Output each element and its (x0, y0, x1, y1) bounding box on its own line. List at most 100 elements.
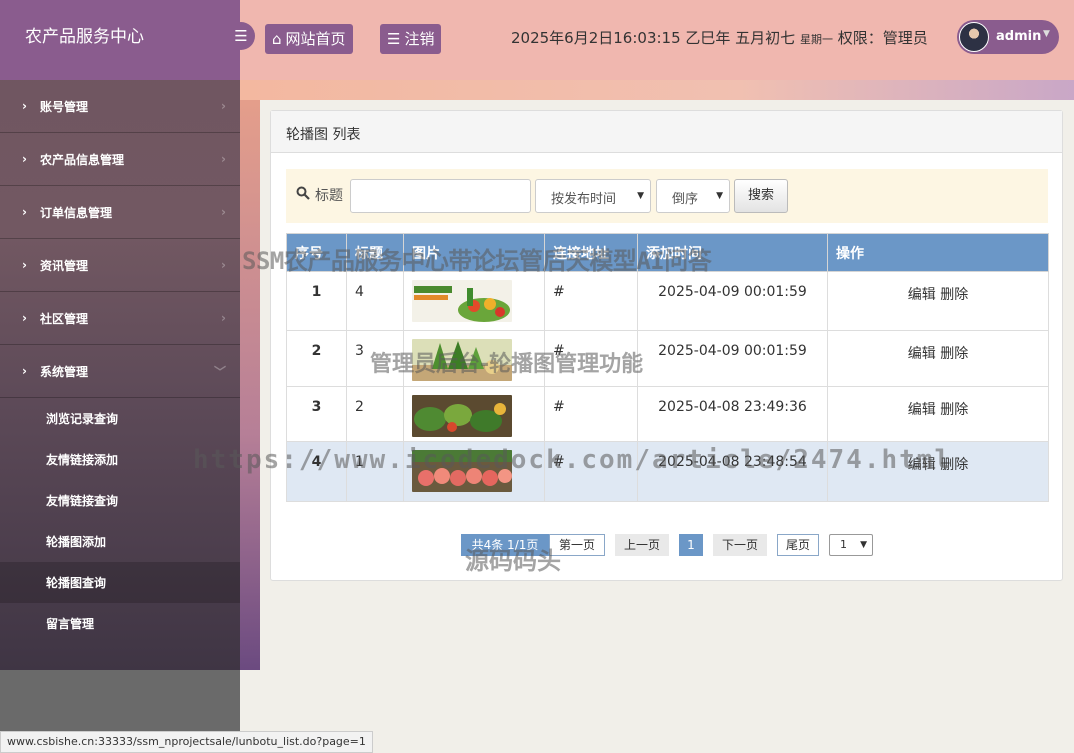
delete-link[interactable]: 删除 (940, 346, 968, 362)
delete-link[interactable]: 删除 (940, 457, 968, 473)
sort-order-select[interactable]: 倒序 ▼ (656, 179, 730, 213)
sidebar-item-account[interactable]: › 账号管理 › (0, 80, 240, 133)
search-icon (296, 186, 310, 200)
weekday: 星期一 (799, 33, 833, 46)
row-number: 1 (286, 271, 347, 331)
sort-field-value: 按发布时间 (551, 192, 617, 207)
sidebar-subitem-browse-history[interactable]: 浏览记录查询 (0, 398, 240, 439)
chevron-right-icon: › (22, 311, 27, 325)
row-link: # (544, 441, 638, 502)
chevron-down-icon: ﹀ (213, 364, 226, 379)
delete-link[interactable]: 删除 (940, 402, 968, 418)
edit-link[interactable]: 编辑 (908, 346, 936, 362)
search-bar: 标题 按发布时间 ▼ 倒序 ▼ 搜索 (286, 169, 1048, 223)
chevron-right-icon: › (22, 364, 27, 378)
row-actions: 编辑 删除 (827, 271, 1049, 331)
row-title: 4 (346, 271, 404, 331)
row-title: 1 (346, 441, 404, 502)
sort-order-value: 倒序 (672, 192, 699, 207)
datetime: 2025年6月2日16:03:15 乙巳年 五月初七 (511, 29, 796, 47)
username: admin (996, 29, 1042, 44)
home-button-label: 网站首页 (285, 30, 346, 48)
sidebar-item-label: 社区管理 (40, 311, 89, 326)
table-header-row: 序号 标题 图片 连接地址 添加时间 操作 (286, 233, 1049, 272)
carousel-image[interactable] (412, 339, 512, 381)
delete-link[interactable]: 删除 (940, 287, 968, 303)
search-label: 标题 (315, 188, 343, 204)
current-page[interactable]: 1 (679, 534, 703, 556)
logout-button-label: 注销 (404, 30, 435, 48)
role-label: 权限：管理员 (837, 29, 928, 47)
home-button[interactable]: ⌂ 网站首页 (265, 24, 353, 54)
edit-link[interactable]: 编辑 (908, 287, 936, 303)
last-page-button[interactable]: 尾页 (777, 534, 819, 556)
pagination-info: 共4条 1/1页 (461, 534, 549, 556)
user-menu[interactable]: admin ▼ (957, 20, 1059, 54)
row-time: 2025-04-09 00:01:59 (637, 330, 828, 387)
chevron-right-icon: › (22, 258, 27, 272)
column-header: 标题 (346, 233, 404, 272)
sidebar-subitem-query-carousel[interactable]: 轮播图查询 (0, 562, 240, 603)
row-image-cell (403, 271, 545, 331)
sidebar-item-label: 农产品信息管理 (40, 152, 125, 167)
sidebar-item-news[interactable]: › 资讯管理 › (0, 239, 240, 292)
page-select-value: 1 (840, 538, 847, 551)
avatar (959, 22, 989, 52)
carousel-image[interactable] (412, 280, 512, 322)
first-page-button[interactable]: 第一页 (549, 534, 605, 556)
row-time: 2025-04-08 23:49:36 (637, 386, 828, 442)
row-link: # (544, 386, 638, 442)
page-select[interactable]: 1 ▼ (829, 534, 873, 556)
title-search-input[interactable] (350, 179, 531, 213)
caret-down-icon: ▼ (1043, 29, 1050, 39)
sidebar-subitem-messages[interactable]: 留言管理 (0, 603, 240, 644)
carousel-image[interactable] (412, 395, 512, 437)
chevron-down-icon: ▼ (716, 191, 723, 201)
search-button[interactable]: 搜索 (734, 179, 788, 213)
row-actions: 编辑 删除 (827, 330, 1049, 387)
carousel-image[interactable] (412, 450, 512, 492)
row-image-cell (403, 441, 545, 502)
sidebar-item-community[interactable]: › 社区管理 › (0, 292, 240, 345)
edit-link[interactable]: 编辑 (908, 457, 936, 473)
home-icon: ⌂ (272, 30, 282, 48)
sidebar-item-system[interactable]: › 系统管理 ﹀ (0, 345, 240, 398)
prev-page-button[interactable]: 上一页 (615, 534, 669, 556)
table-row: 2 3 # 2025-04-09 00:01:59 编辑 删除 (286, 330, 1049, 387)
sidebar-subitem-add-link[interactable]: 友情链接添加 (0, 439, 240, 480)
sidebar-item-label: 系统管理 (40, 364, 89, 379)
carousel-table: 序号 标题 图片 连接地址 添加时间 操作 1 4 # 2025-04-09 0… (286, 233, 1049, 502)
chevron-right-icon: › (221, 205, 226, 219)
list-panel: 轮播图 列表 标题 按发布时间 ▼ 倒序 ▼ 搜索 序号 标题 图片 连接地址 … (270, 110, 1063, 581)
table-row: 1 4 # 2025-04-09 00:01:59 编辑 删除 (286, 271, 1049, 331)
logout-button[interactable]: ☰ 注销 (380, 24, 442, 54)
table-row: 3 2 # 2025-04-08 23:49:36 编辑 删除 (286, 386, 1049, 442)
sidebar-item-label: 订单信息管理 (40, 205, 113, 220)
sidebar-subitem-add-carousel[interactable]: 轮播图添加 (0, 521, 240, 562)
column-header: 连接地址 (544, 233, 638, 272)
table-row: 4 1 # 2025-04-08 23:48:54 编辑 删除 (286, 441, 1049, 502)
sidebar-subitem-query-links[interactable]: 友情链接查询 (0, 480, 240, 521)
row-number: 4 (286, 441, 347, 502)
chevron-right-icon: › (221, 311, 226, 325)
sidebar-strip (240, 80, 260, 670)
next-page-button[interactable]: 下一页 (713, 534, 767, 556)
sidebar-item-label: 账号管理 (40, 99, 89, 114)
sidebar-item-orders[interactable]: › 订单信息管理 › (0, 186, 240, 239)
top-header: ☰ ⌂ 网站首页 ☰ 注销 2025年6月2日16:03:15 乙巳年 五月初七 星… (227, 0, 1074, 80)
row-title: 3 (346, 330, 404, 387)
row-time: 2025-04-08 23:48:54 (637, 441, 828, 502)
chevron-down-icon: ▼ (860, 540, 867, 550)
column-header: 操作 (827, 233, 1049, 272)
list-icon: ☰ (387, 30, 401, 48)
sidebar-item-products[interactable]: › 农产品信息管理 › (0, 133, 240, 186)
column-header: 序号 (286, 233, 347, 272)
main-content: 轮播图 列表 标题 按发布时间 ▼ 倒序 ▼ 搜索 序号 标题 图片 连接地址 … (260, 100, 1074, 753)
edit-link[interactable]: 编辑 (908, 402, 936, 418)
sidebar: 农产品服务中心 › 账号管理 › › 农产品信息管理 › › 订单信息管理 › … (0, 0, 240, 753)
chevron-down-icon: ▼ (637, 191, 644, 201)
chevron-right-icon: › (221, 99, 226, 113)
sort-field-select[interactable]: 按发布时间 ▼ (535, 179, 651, 213)
menu-icon[interactable]: ☰ (227, 22, 255, 50)
browser-status-bar: www.csbishe.cn:33333/ssm_nprojectsale/lu… (0, 731, 373, 753)
